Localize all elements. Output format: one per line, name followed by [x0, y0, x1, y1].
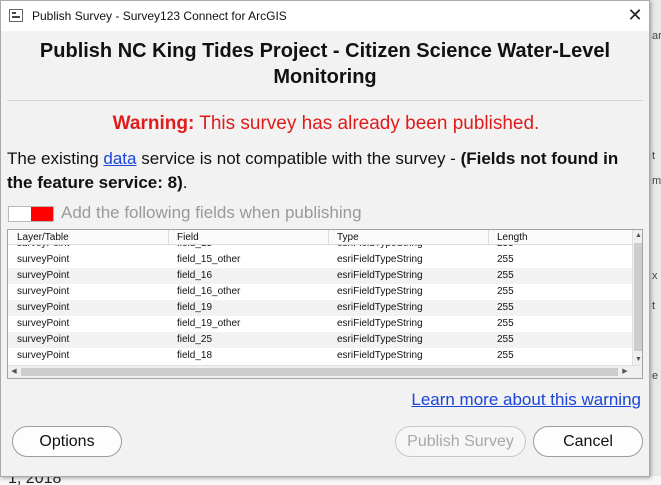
column-header-layer[interactable]: Layer/Table	[17, 232, 69, 244]
table-row[interactable]: surveyPoint field_16 esriFieldTypeString…	[8, 268, 632, 284]
cell-type: esriFieldTypeString	[337, 318, 423, 329]
cell-length: 255	[497, 254, 514, 265]
cell-type: esriFieldTypeString	[337, 286, 423, 297]
table-row[interactable]: surveyPoint field_16_other esriFieldType…	[8, 284, 632, 300]
cell-length: 255	[497, 350, 514, 361]
scroll-left-icon[interactable]: ◀	[8, 366, 20, 378]
message-text: service is not compatible with the surve…	[136, 149, 461, 168]
window-title: Publish Survey - Survey123 Connect for A…	[32, 9, 287, 23]
publish-survey-dialog: Publish Survey - Survey123 Connect for A…	[0, 0, 650, 477]
horizontal-scrollbar[interactable]: ◀ ▶	[8, 365, 642, 378]
background-text-fragment: e	[652, 370, 659, 382]
cell-type: esriFieldTypeString	[337, 350, 423, 361]
add-fields-toggle[interactable]	[8, 206, 54, 222]
column-header-length[interactable]: Length	[497, 232, 528, 244]
add-fields-toggle-label: Add the following fields when publishing	[61, 203, 362, 222]
missing-fields-table: surveyPoint field_15 esriFieldTypeString…	[7, 229, 643, 379]
cell-field: field_16_other	[177, 286, 241, 297]
scroll-right-icon[interactable]: ▶	[619, 366, 631, 378]
background-text-fragment: ar	[652, 30, 661, 42]
table-row[interactable]: surveyPoint field_25 esriFieldTypeString…	[8, 332, 632, 348]
cell-layer: surveyPoint	[17, 334, 70, 345]
cell-field: field_25	[177, 334, 213, 345]
data-service-link[interactable]: data	[103, 149, 136, 168]
message-text: The existing	[7, 149, 104, 168]
table-row[interactable]: surveyPoint field_15_other esriFieldType…	[8, 252, 632, 268]
cell-field: field_16	[177, 270, 213, 281]
background-bottom-strip: 1, 2018	[0, 476, 661, 485]
scroll-down-icon[interactable]: ▼	[633, 354, 642, 365]
vertical-scroll-thumb[interactable]	[634, 243, 642, 351]
table-body[interactable]: surveyPoint field_15 esriFieldTypeString…	[8, 236, 632, 364]
cell-layer: surveyPoint	[17, 286, 70, 297]
app-window-icon	[9, 9, 23, 22]
cancel-button[interactable]: Cancel	[533, 426, 643, 457]
scroll-up-icon[interactable]: ▲	[633, 230, 642, 241]
background-text-fragment: t	[652, 150, 656, 162]
column-divider[interactable]	[168, 230, 169, 244]
cell-layer: surveyPoint	[17, 302, 70, 313]
table-header: Layer/Table Field Type Length	[8, 230, 632, 245]
column-divider[interactable]	[328, 230, 329, 244]
warning-text: This survey has already been published.	[194, 113, 540, 134]
learn-more-link[interactable]: Learn more about this warning	[411, 390, 641, 410]
close-icon[interactable]: ✕	[621, 4, 649, 28]
cell-length: 255	[497, 286, 514, 297]
background-text-fragment: m	[652, 175, 661, 187]
cell-type: esriFieldTypeString	[337, 270, 423, 281]
table-row[interactable]: surveyPoint field_19 esriFieldTypeString…	[8, 300, 632, 316]
message-text: .	[182, 173, 188, 192]
cell-layer: surveyPoint	[17, 270, 70, 281]
table-row[interactable]: surveyPoint field_18 esriFieldTypeString…	[8, 348, 632, 364]
horizontal-scroll-thumb[interactable]	[21, 368, 618, 376]
toggle-knob	[31, 207, 53, 221]
divider	[7, 100, 643, 101]
cell-length: 255	[497, 318, 514, 329]
column-header-type[interactable]: Type	[337, 232, 359, 244]
cell-length: 255	[497, 302, 514, 313]
cell-type: esriFieldTypeString	[337, 254, 423, 265]
background-text-fragment: t	[652, 300, 656, 312]
compatibility-message: The existing data service is not compati…	[7, 147, 643, 195]
cell-field: field_15_other	[177, 254, 241, 265]
cell-field: field_19_other	[177, 318, 241, 329]
table-row[interactable]: surveyPoint field_19_other esriFieldType…	[8, 316, 632, 332]
background-text-fragment: x	[652, 270, 658, 282]
column-divider[interactable]	[488, 230, 489, 244]
warning-label: Warning:	[112, 113, 195, 134]
dialog-heading: Publish NC King Tides Project - Citizen …	[39, 40, 611, 88]
cell-field: field_18	[177, 350, 213, 361]
cell-length: 255	[497, 334, 514, 345]
cell-layer: surveyPoint	[17, 350, 70, 361]
warning-message: Warning: This survey has already been pu…	[1, 113, 651, 135]
publish-survey-button[interactable]: Publish Survey	[395, 426, 526, 457]
cell-layer: surveyPoint	[17, 254, 70, 265]
title-bar[interactable]: Publish Survey - Survey123 Connect for A…	[1, 1, 649, 31]
cell-type: esriFieldTypeString	[337, 334, 423, 345]
cell-field: field_19	[177, 302, 213, 313]
cell-layer: surveyPoint	[17, 318, 70, 329]
cell-type: esriFieldTypeString	[337, 302, 423, 313]
options-button[interactable]: Options	[12, 426, 122, 457]
column-header-field[interactable]: Field	[177, 232, 199, 244]
vertical-scrollbar[interactable]: ▲ ▼	[632, 230, 642, 365]
background-date-text: 1, 2018	[8, 476, 62, 485]
cell-length: 255	[497, 270, 514, 281]
